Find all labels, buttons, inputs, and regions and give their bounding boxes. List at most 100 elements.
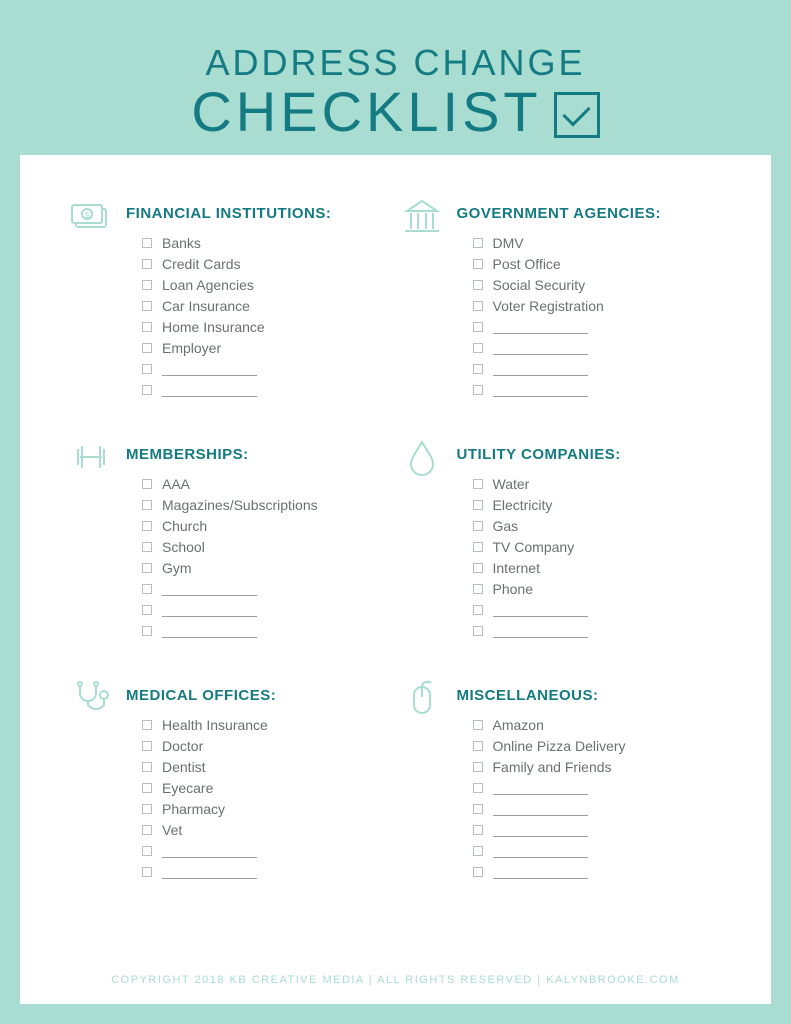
write-in-line[interactable] [162,383,257,397]
write-in-line[interactable] [493,802,588,816]
item-label: Vet [162,822,182,838]
write-in-line[interactable] [493,320,588,334]
checkbox[interactable] [142,605,152,615]
checkmark-box-icon [554,92,600,138]
write-in-line[interactable] [162,362,257,376]
item-label: Family and Friends [493,759,612,775]
checkbox[interactable] [473,238,483,248]
checkbox[interactable] [142,364,152,374]
checkbox[interactable] [473,846,483,856]
write-in-line[interactable] [493,362,588,376]
checkbox[interactable] [142,720,152,730]
checklist-item-blank [473,379,722,400]
checkbox[interactable] [473,762,483,772]
checkbox[interactable] [473,605,483,615]
checkbox[interactable] [473,542,483,552]
money-icon: $$ [70,195,112,237]
checkbox[interactable] [473,385,483,395]
checkbox[interactable] [473,364,483,374]
checkbox[interactable] [473,280,483,290]
checkbox[interactable] [142,343,152,353]
checkbox[interactable] [473,804,483,814]
checkbox[interactable] [142,238,152,248]
item-label: Water [493,476,530,492]
checkbox[interactable] [142,542,152,552]
checkbox[interactable] [473,783,483,793]
checkbox[interactable] [142,762,152,772]
checklist-item-blank [473,840,722,861]
write-in-line[interactable] [493,603,588,617]
checkbox[interactable] [473,741,483,751]
checkbox[interactable] [473,867,483,877]
checkbox[interactable] [473,500,483,510]
checkbox[interactable] [142,301,152,311]
checklist-item-blank [142,358,391,379]
checkbox[interactable] [142,385,152,395]
section-body: FINANCIAL INSTITUTIONS:BanksCredit Cards… [126,195,391,400]
checklist-item: Banks [142,232,391,253]
checkbox[interactable] [473,343,483,353]
checkbox[interactable] [142,563,152,573]
checkbox[interactable] [473,479,483,489]
sections-grid: $$ FINANCIAL INSTITUTIONS:BanksCredit Car… [20,155,771,882]
item-label: Phone [493,581,533,597]
checklist-item: Employer [142,337,391,358]
write-in-line[interactable] [162,844,257,858]
checkbox[interactable] [142,867,152,877]
checkbox[interactable] [142,626,152,636]
write-in-line[interactable] [493,844,588,858]
section-body: MISCELLANEOUS:AmazonOnline Pizza Deliver… [457,677,722,882]
checkbox[interactable] [142,804,152,814]
content-frame: $$ FINANCIAL INSTITUTIONS:BanksCredit Car… [20,155,771,1004]
write-in-line[interactable] [162,624,257,638]
checkbox[interactable] [142,280,152,290]
write-in-line[interactable] [493,624,588,638]
checkbox[interactable] [473,563,483,573]
checkbox[interactable] [142,322,152,332]
write-in-line[interactable] [493,781,588,795]
checklist-item: Post Office [473,253,722,274]
checkbox[interactable] [473,720,483,730]
write-in-line[interactable] [493,341,588,355]
checklist-item: Loan Agencies [142,274,391,295]
checkbox[interactable] [473,825,483,835]
write-in-line[interactable] [162,582,257,596]
write-in-line[interactable] [493,865,588,879]
checkbox[interactable] [142,479,152,489]
checkbox[interactable] [142,741,152,751]
checklist-item-blank [473,777,722,798]
checkbox[interactable] [473,301,483,311]
checkbox[interactable] [473,259,483,269]
write-in-line[interactable] [162,603,257,617]
item-label: AAA [162,476,190,492]
checkbox[interactable] [142,825,152,835]
checklist-item: Online Pizza Delivery [473,735,722,756]
checkbox[interactable] [142,783,152,793]
checkbox[interactable] [473,626,483,636]
write-in-line[interactable] [162,865,257,879]
item-label: Pharmacy [162,801,225,817]
checkbox[interactable] [142,500,152,510]
checkbox[interactable] [142,846,152,856]
checkbox[interactable] [473,584,483,594]
checklist-item-blank [473,861,722,882]
svg-text:$: $ [85,211,90,220]
section: UTILITY COMPANIES:WaterElectricityGasTV … [401,436,722,641]
stethoscope-icon [70,677,112,719]
section-title: GOVERNMENT AGENCIES: [457,205,722,222]
section: MISCELLANEOUS:AmazonOnline Pizza Deliver… [401,677,722,882]
item-list: BanksCredit CardsLoan AgenciesCar Insura… [126,232,391,400]
write-in-line[interactable] [493,823,588,837]
checklist-item: Dentist [142,756,391,777]
checkbox[interactable] [142,259,152,269]
checkbox[interactable] [473,322,483,332]
write-in-line[interactable] [493,383,588,397]
item-label: Car Insurance [162,298,250,314]
item-label: Loan Agencies [162,277,254,293]
checkbox[interactable] [473,521,483,531]
item-label: DMV [493,235,524,251]
checkbox[interactable] [142,584,152,594]
checkbox[interactable] [142,521,152,531]
section-title: UTILITY COMPANIES: [457,446,722,463]
checklist-item: AAA [142,473,391,494]
